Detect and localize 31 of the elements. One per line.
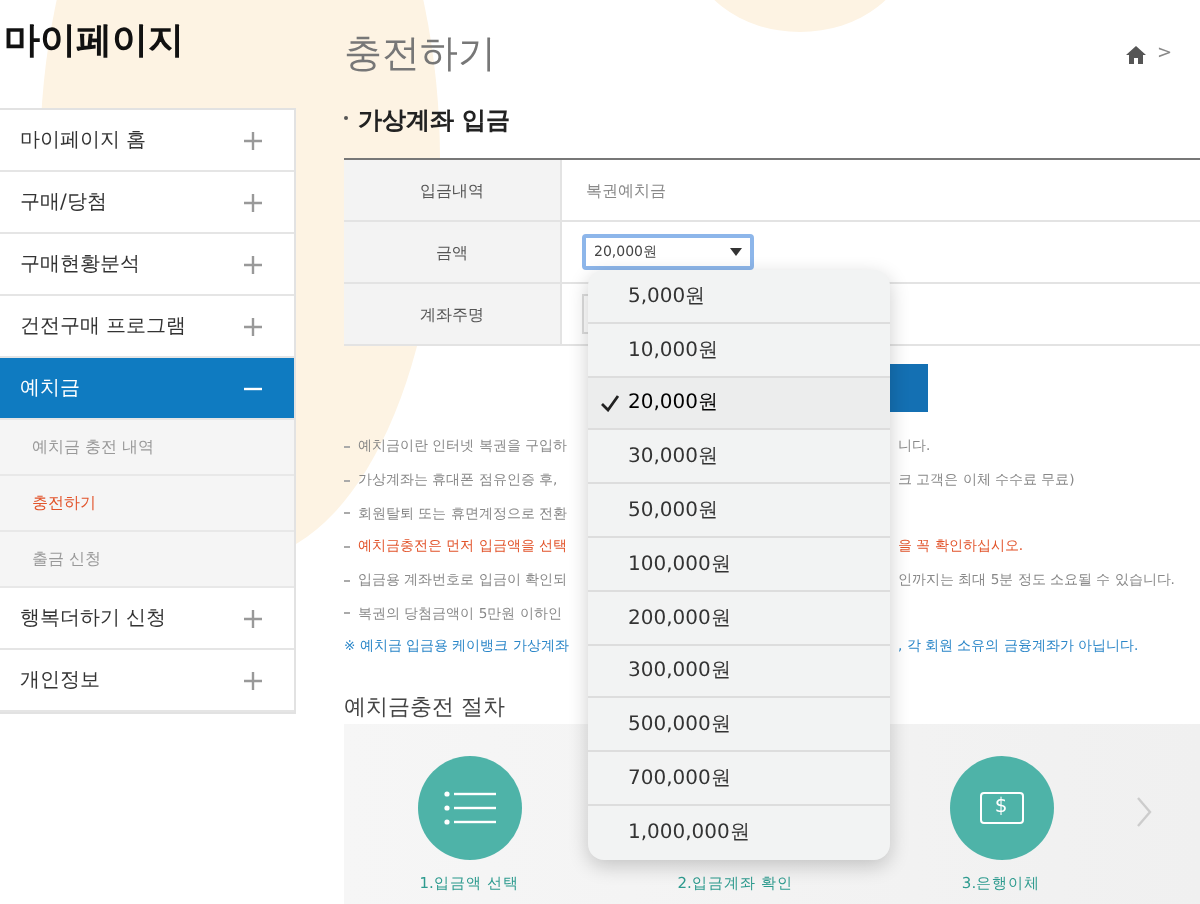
table-label: 입금내역 (344, 160, 562, 220)
procedure-title: 예치금충전 절차 (344, 693, 505, 720)
dropdown-option[interactable]: 500,000원 (588, 698, 890, 753)
dropdown-option[interactable]: 700,000원 (588, 752, 890, 806)
caret-icon (730, 248, 742, 256)
home-icon[interactable] (1126, 45, 1147, 63)
dropdown-option[interactable]: 30,000원 (588, 430, 890, 485)
sidebar-item[interactable]: 개인정보 (0, 650, 294, 712)
list-icon (443, 789, 495, 826)
sidebar-title: 마이페이지 (4, 20, 184, 62)
table-label: 금액 (344, 222, 562, 282)
dropdown-option[interactable]: 50,000원 (588, 484, 890, 538)
dropdown-option[interactable]: 5,000원 (588, 270, 890, 324)
dropdown-option[interactable]: 1,000,000원 (588, 805, 890, 860)
section-title: 가상계좌 입금 (358, 104, 511, 138)
sidebar-item[interactable]: 마이페이지 홈 (0, 110, 294, 172)
sidebar-item[interactable]: 예치금 (0, 358, 294, 420)
dropdown-option[interactable]: 20,000원 (588, 377, 890, 431)
sidebar-item[interactable]: 구매현황분석 (0, 234, 294, 296)
sidebar-item[interactable]: 행복더하기 신청 (0, 588, 294, 650)
dropdown-option[interactable]: 300,000원 (588, 645, 890, 699)
checkmark-icon (600, 393, 620, 412)
sidebar-subitem[interactable]: 충전하기 (0, 476, 294, 532)
breadcrumb-separator: > (1156, 44, 1172, 64)
dropdown-option[interactable]: 200,000원 (588, 591, 890, 646)
banknote-icon: $ (979, 791, 1023, 824)
page-title: 충전하기 (344, 30, 496, 80)
table-cell: 복권예치금 (586, 179, 666, 201)
table-label: 계좌주명 (344, 284, 562, 344)
sidebar-item[interactable]: 구매/당첨 (0, 172, 294, 234)
dropdown-option[interactable]: 100,000원 (588, 537, 890, 592)
